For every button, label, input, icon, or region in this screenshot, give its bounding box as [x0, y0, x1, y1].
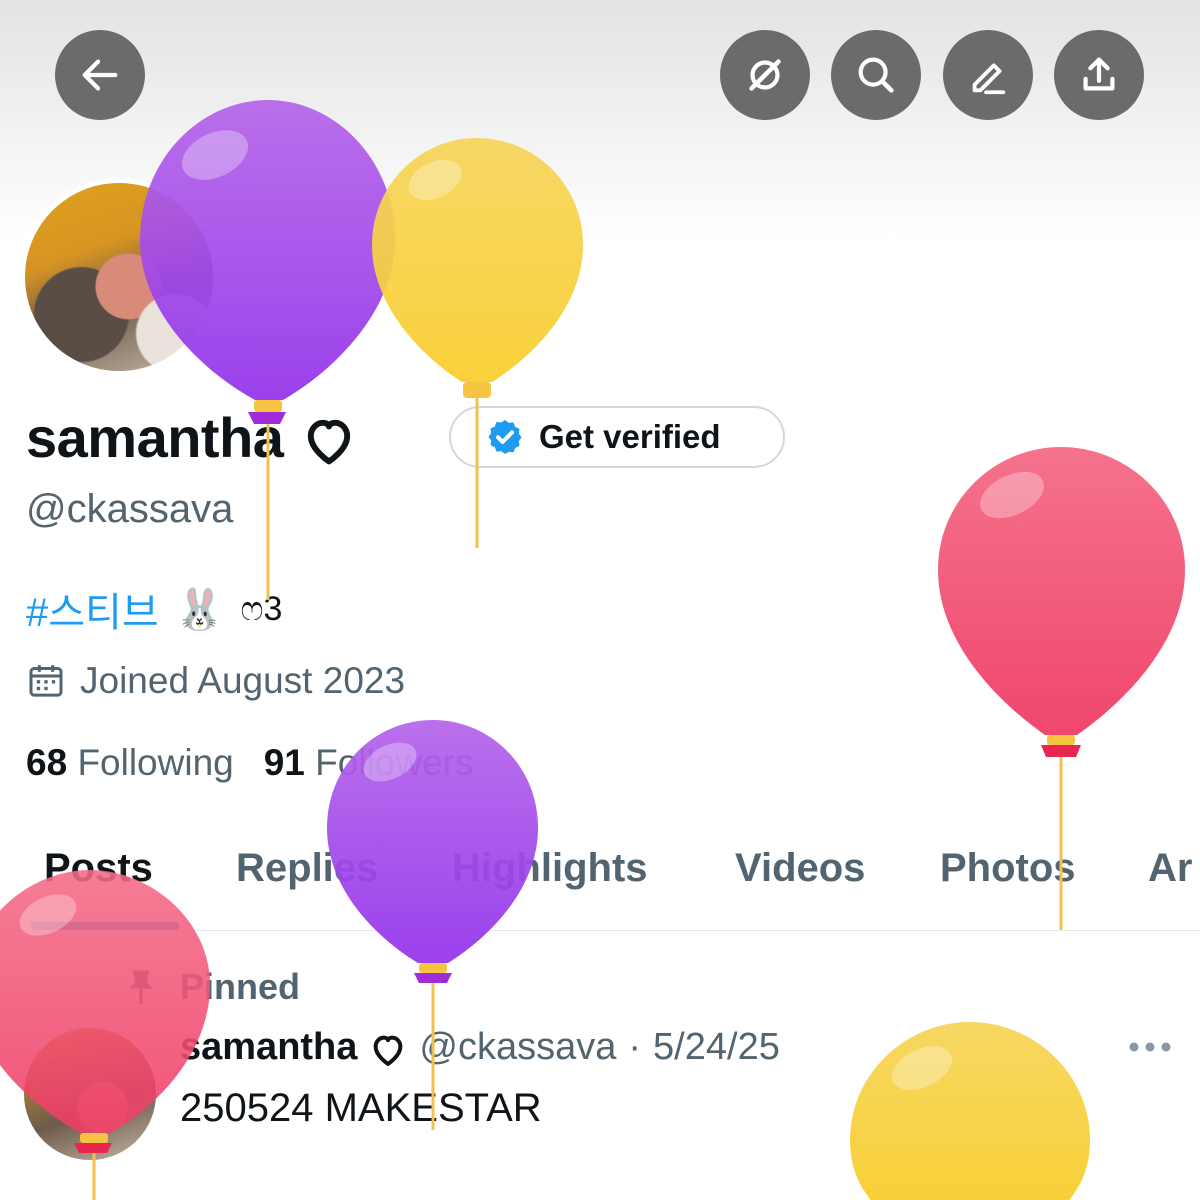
verified-badge-icon — [485, 417, 525, 457]
pinned-label: Pinned — [180, 966, 301, 1007]
tab-highlights[interactable]: Highlights — [452, 846, 648, 891]
get-verified-label: Get verified — [539, 418, 721, 455]
arrow-left-icon — [82, 59, 118, 91]
active-tab-indicator — [31, 922, 179, 930]
display-name-row: samantha — [26, 405, 357, 470]
post-header: samantha @ckassava · 5/24/25 — [180, 1026, 780, 1069]
tab-photos[interactable]: Photos — [940, 846, 1076, 891]
followers-label: Followers — [315, 742, 474, 783]
calendar-icon — [29, 665, 63, 697]
heart-outline-icon — [301, 410, 357, 466]
get-verified-button[interactable]: Get verified — [449, 406, 785, 468]
profile-avatar[interactable] — [20, 178, 218, 376]
joined-label: Joined August 2023 — [80, 660, 406, 701]
back-button[interactable] — [55, 30, 145, 120]
display-name: samantha — [26, 406, 284, 469]
balloon-yellow-bottom — [850, 1022, 1090, 1200]
profile-handle: @ckassava — [26, 487, 234, 531]
followers-link[interactable]: 91 Followers — [264, 742, 474, 784]
tab-articles[interactable]: Ar — [1148, 846, 1192, 891]
search-button[interactable] — [831, 30, 921, 120]
avatar-image — [25, 183, 213, 371]
bio-suffix: ෆ3 — [240, 589, 283, 628]
following-count: 68 — [26, 742, 68, 783]
post-text: 250524 MAKESTAR — [180, 1086, 542, 1130]
follow-stats: 68 Following 91 Followers — [26, 742, 474, 784]
grok-icon — [749, 59, 781, 91]
tab-replies[interactable]: Replies — [236, 846, 378, 891]
post-separator: · — [628, 1026, 642, 1068]
search-icon — [858, 57, 894, 93]
following-link[interactable]: 68 Following — [26, 742, 234, 784]
tab-videos[interactable]: Videos — [735, 846, 865, 891]
edit-button[interactable] — [943, 30, 1033, 120]
profile-bio: #스티브 🐰 ෆ3 — [26, 580, 282, 638]
share-icon — [1083, 57, 1115, 91]
heart-outline-icon — [369, 1029, 407, 1067]
share-button[interactable] — [1054, 30, 1144, 120]
post-author-name[interactable]: samantha — [180, 1026, 357, 1069]
bunny-emoji: 🐰 — [174, 587, 225, 632]
post-author-handle[interactable]: @ckassava — [419, 1026, 616, 1069]
followers-count: 91 — [263, 742, 305, 783]
pinned-indicator: Pinned — [124, 966, 300, 1008]
grok-button[interactable] — [720, 30, 810, 120]
profile-tabs: Posts Replies Highlights Videos Photos A… — [0, 840, 1200, 931]
pin-icon — [124, 967, 158, 1007]
more-options-icon[interactable] — [1128, 1040, 1172, 1054]
tab-posts[interactable]: Posts — [44, 846, 153, 891]
following-label: Following — [77, 742, 234, 783]
bio-hashtag-link[interactable]: #스티브 — [26, 580, 159, 638]
edit-icon — [972, 63, 1006, 95]
post-author-avatar[interactable] — [24, 1028, 156, 1160]
joined-date: Joined August 2023 — [26, 660, 405, 702]
post-date[interactable]: 5/24/25 — [653, 1026, 780, 1069]
